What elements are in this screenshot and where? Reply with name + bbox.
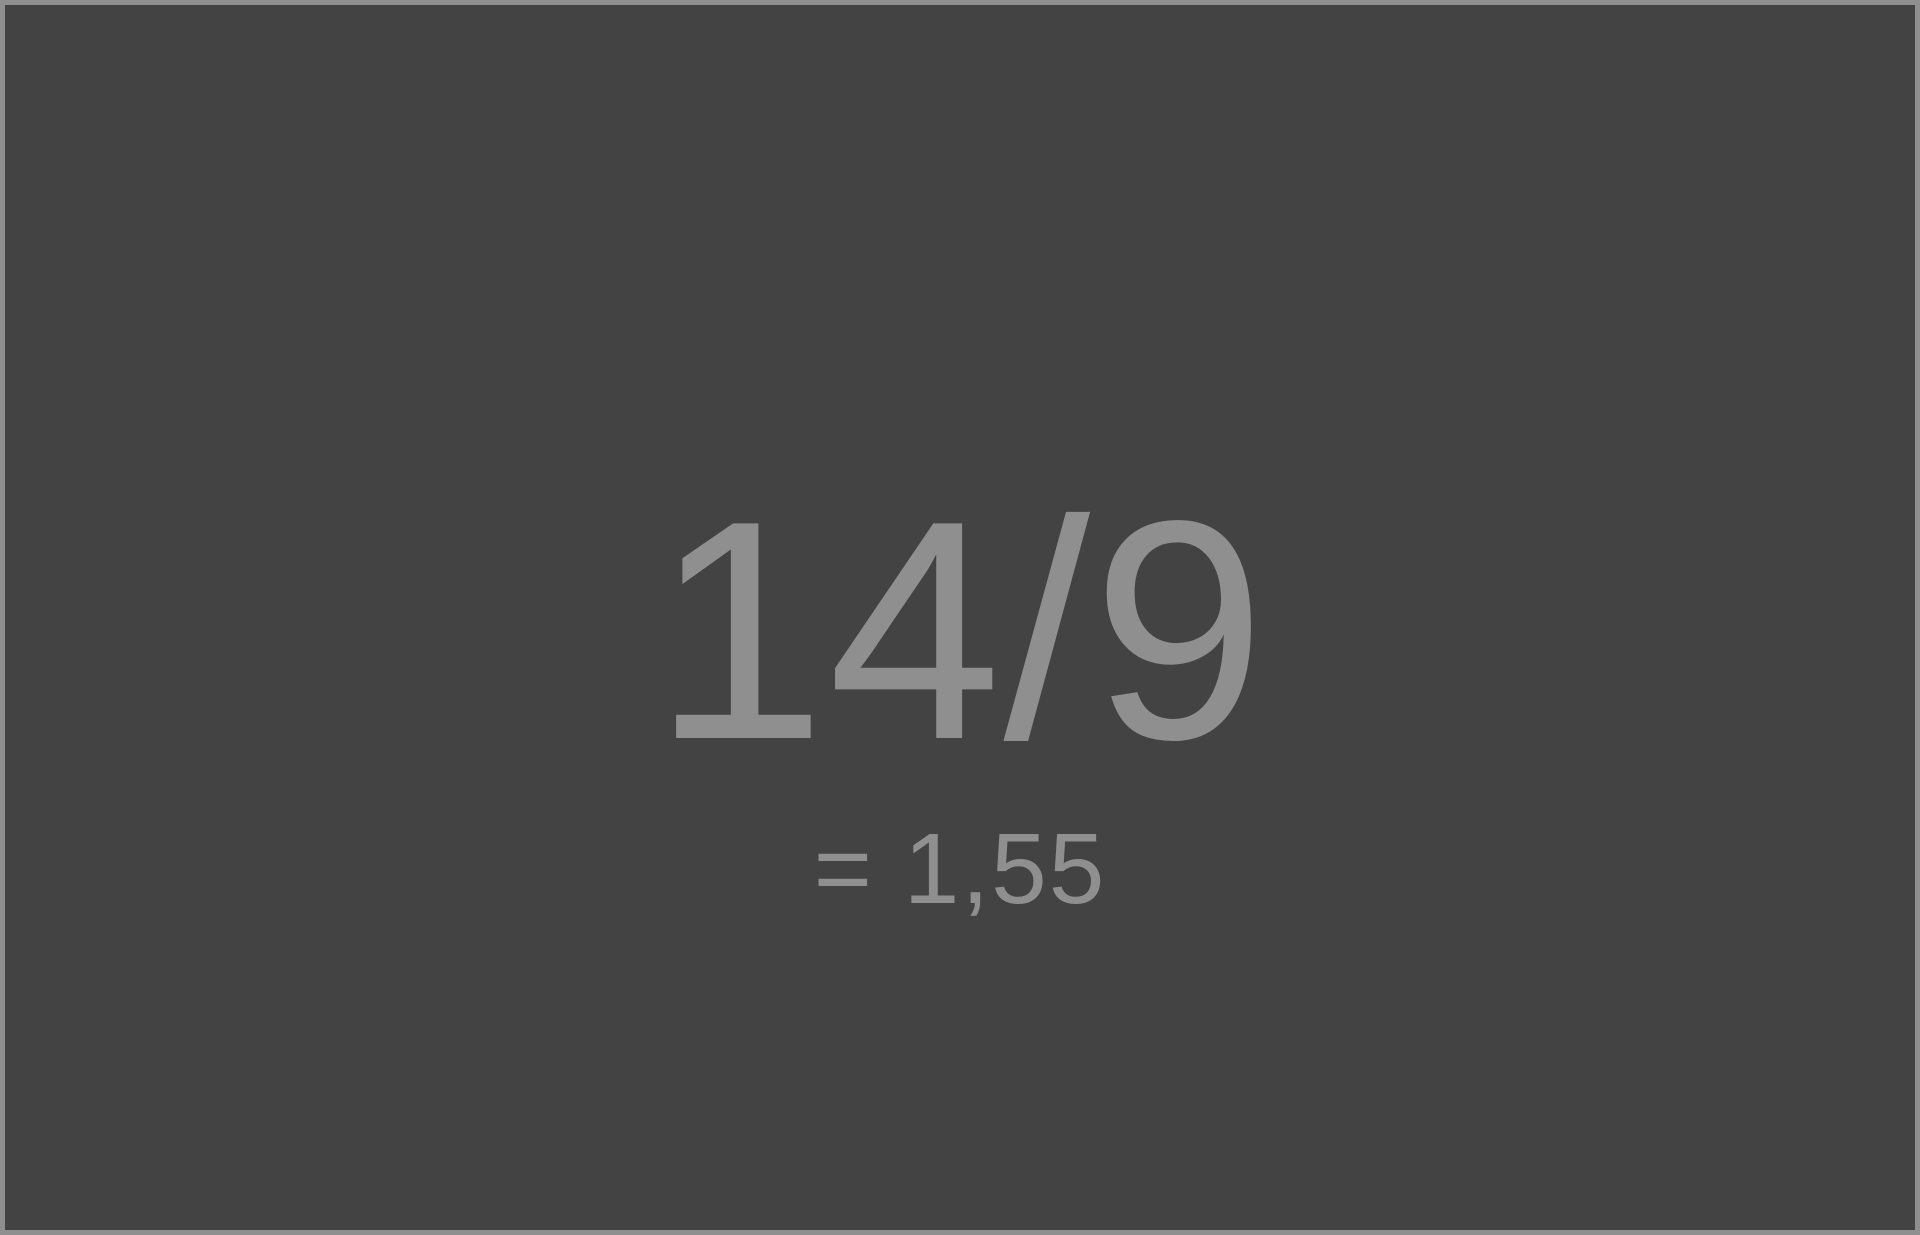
aspect-ratio-decimal: = 1,55: [813, 813, 1107, 925]
aspect-ratio-placeholder: 14/9 = 1,55: [0, 0, 1920, 1235]
aspect-ratio-fraction: 14/9: [652, 457, 1268, 805]
